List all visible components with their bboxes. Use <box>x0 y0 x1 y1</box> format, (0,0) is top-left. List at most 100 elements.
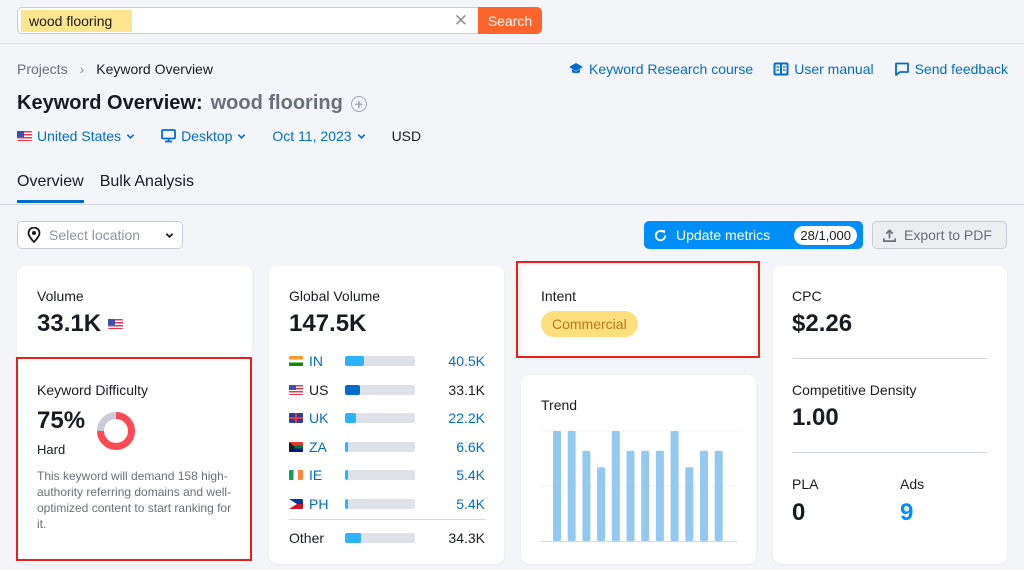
search-button[interactable]: Search <box>478 7 542 34</box>
kd-value: 75% <box>37 407 86 434</box>
global-volume-card: Global Volume 147.5K IN 40.5K US 33.1K UK 22.… <box>269 266 504 564</box>
trend-chart <box>541 430 737 542</box>
trend-bar[interactable] <box>626 450 635 541</box>
device-label: Desktop <box>181 128 233 144</box>
chevron-down-icon <box>165 232 174 238</box>
trend-bar[interactable] <box>582 450 591 541</box>
cpc-label: CPC <box>792 288 822 304</box>
location-pin-icon <box>27 227 41 243</box>
search-input[interactable]: wood flooring ✕ <box>17 7 478 34</box>
trend-bar[interactable] <box>714 450 723 541</box>
gv-country-code[interactable]: UK <box>309 410 345 426</box>
in-flag-icon <box>289 356 303 366</box>
gv-country-value[interactable]: 6.6K <box>456 439 485 455</box>
location-placeholder: Select location <box>49 227 141 243</box>
chat-bubble-icon <box>894 62 909 76</box>
link-label: User manual <box>794 61 874 77</box>
pla-value: 0 <box>792 499 806 526</box>
keyword-research-course-link[interactable]: Keyword Research course <box>568 61 753 77</box>
trend-bar[interactable] <box>700 450 708 541</box>
trend-bar[interactable] <box>670 431 679 541</box>
pla-label: PLA <box>792 476 819 492</box>
chevron-right-icon: › <box>79 61 85 77</box>
us-flag-icon <box>108 319 124 329</box>
close-icon[interactable]: ✕ <box>454 11 468 31</box>
gv-country-code[interactable]: IN <box>309 353 345 369</box>
gv-country-value[interactable]: 22.2K <box>448 410 485 426</box>
trend-bar[interactable] <box>597 467 606 541</box>
graduation-cap-icon <box>569 63 584 74</box>
ie-flag-icon <box>289 470 303 480</box>
us-flag-icon <box>289 384 303 395</box>
gv-bar-fill <box>345 470 348 480</box>
kd-donut-chart <box>97 412 135 450</box>
gv-country-code[interactable]: PH <box>309 496 345 512</box>
location-select[interactable]: Select location <box>17 221 183 249</box>
trend-bar[interactable] <box>553 431 561 541</box>
plus-circle-icon[interactable]: + <box>350 95 367 112</box>
gv-bar <box>345 498 415 509</box>
date-dropdown[interactable]: Oct 11, 2023 <box>272 128 365 144</box>
gv-row-uk: UK 22.2K <box>289 408 485 428</box>
search-value: wood flooring <box>21 10 132 32</box>
gv-country-code[interactable]: ZA <box>309 439 345 455</box>
gv-country-code: US <box>309 381 329 398</box>
ads-label: Ads <box>900 476 925 492</box>
trend-bar[interactable] <box>567 431 576 541</box>
currency-label: USD <box>391 128 422 144</box>
gv-bar-fill <box>345 498 348 509</box>
competitive-density-label: Competitive Density <box>792 382 917 398</box>
tab-overview[interactable]: Overview <box>17 173 84 203</box>
divider <box>792 358 987 359</box>
gv-country-code[interactable]: IE <box>309 467 345 483</box>
country-label: United States <box>37 128 122 144</box>
gv-country-value: 33.1K <box>448 381 485 398</box>
gv-row-za: ZA 6.6K <box>289 437 485 457</box>
chevron-down-icon <box>126 133 135 139</box>
gv-bar-fill <box>345 356 364 366</box>
kd-level: Hard <box>37 442 66 457</box>
trend-label: Trend <box>541 397 578 413</box>
kd-label: Keyword Difficulty <box>37 382 149 398</box>
gv-bar <box>345 441 415 452</box>
trend-bar[interactable] <box>655 450 664 541</box>
desktop-icon <box>161 129 176 143</box>
tabs: Overview Bulk Analysis <box>17 173 194 203</box>
update-metrics-button[interactable]: Update metrics 28/1,000 <box>644 221 863 249</box>
gv-bar-fill <box>345 384 361 395</box>
intent-badge: Commercial <box>541 311 638 337</box>
breadcrumb-current: Keyword Overview <box>96 61 213 77</box>
trend-bar[interactable] <box>641 450 650 541</box>
kd-description: This keyword will demand 158 high-author… <box>37 469 232 531</box>
trend-bar[interactable] <box>685 467 694 541</box>
device-dropdown[interactable]: Desktop <box>161 128 246 144</box>
gv-row-ph: PH 5.4K <box>289 494 485 514</box>
send-feedback-link[interactable]: Send feedback <box>894 61 1008 77</box>
ads-value[interactable]: 9 <box>900 499 913 527</box>
divider <box>17 358 252 359</box>
user-manual-link[interactable]: User manual <box>773 61 874 77</box>
gv-bar <box>345 470 415 480</box>
gv-country-value[interactable]: 5.4K <box>456 496 485 512</box>
trend-card: Trend <box>521 375 756 564</box>
tab-bulk-analysis[interactable]: Bulk Analysis <box>100 173 194 203</box>
country-dropdown[interactable]: United States <box>17 128 135 144</box>
global-volume-label: Global Volume <box>289 288 381 304</box>
gv-country-value[interactable]: 40.5K <box>448 353 485 369</box>
export-label: Export to PDF <box>904 227 992 243</box>
gv-row-in: IN 40.5K <box>289 351 485 371</box>
gv-row-other: Other 34.3K <box>289 528 485 548</box>
breadcrumb-projects[interactable]: Projects <box>17 61 68 77</box>
top-search-bar: wood flooring ✕ Search <box>0 0 1024 44</box>
link-label: Keyword Research course <box>589 61 754 77</box>
gv-country-value[interactable]: 5.4K <box>456 467 485 483</box>
za-flag-icon <box>289 441 303 452</box>
volume-value-row: 33.1K <box>37 310 124 338</box>
intent-label: Intent <box>541 288 577 304</box>
volume-card: Volume 33.1K Keyword Difficulty 75% Hard… <box>17 266 252 564</box>
page-title-keyword: wood flooring <box>210 92 343 114</box>
cpc-value: $2.26 <box>792 310 853 337</box>
export-pdf-button[interactable]: Export to PDF <box>872 221 1007 249</box>
divider <box>289 519 485 520</box>
trend-bar[interactable] <box>611 431 620 541</box>
